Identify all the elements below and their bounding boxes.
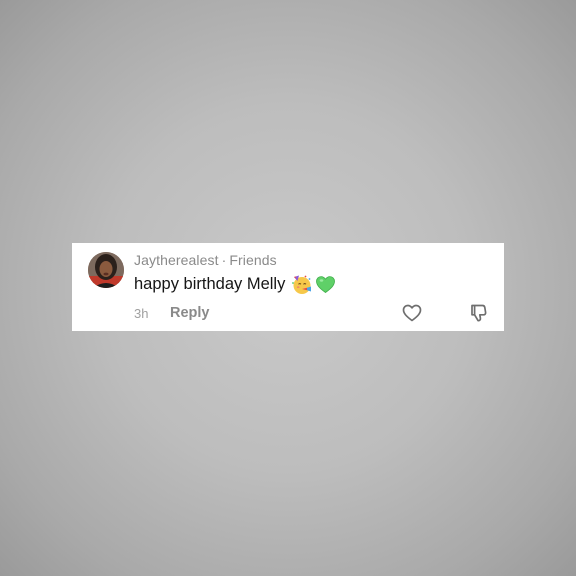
username[interactable]: Jaytherealest [134, 252, 219, 268]
green-heart-emoji [315, 274, 336, 295]
reply-button[interactable]: Reply [170, 305, 210, 321]
comment-meta: Jaytherealest · Friends [134, 252, 277, 268]
comment-body: happy birthday Melly [134, 274, 336, 295]
comment-timestamp: 3h [134, 306, 149, 321]
avatar-image [88, 252, 124, 288]
comment-card: Jaytherealest · Friends happy birthday Mel… [72, 243, 504, 331]
user-avatar[interactable] [88, 252, 124, 288]
relationship-label: Friends [229, 252, 277, 268]
comment-text: happy birthday Melly [134, 275, 286, 293]
meta-separator: · [221, 252, 227, 268]
heart-outline-icon[interactable] [401, 302, 423, 324]
thumbs-down-outline-icon[interactable] [467, 302, 489, 324]
partying-face-emoji [291, 274, 312, 295]
